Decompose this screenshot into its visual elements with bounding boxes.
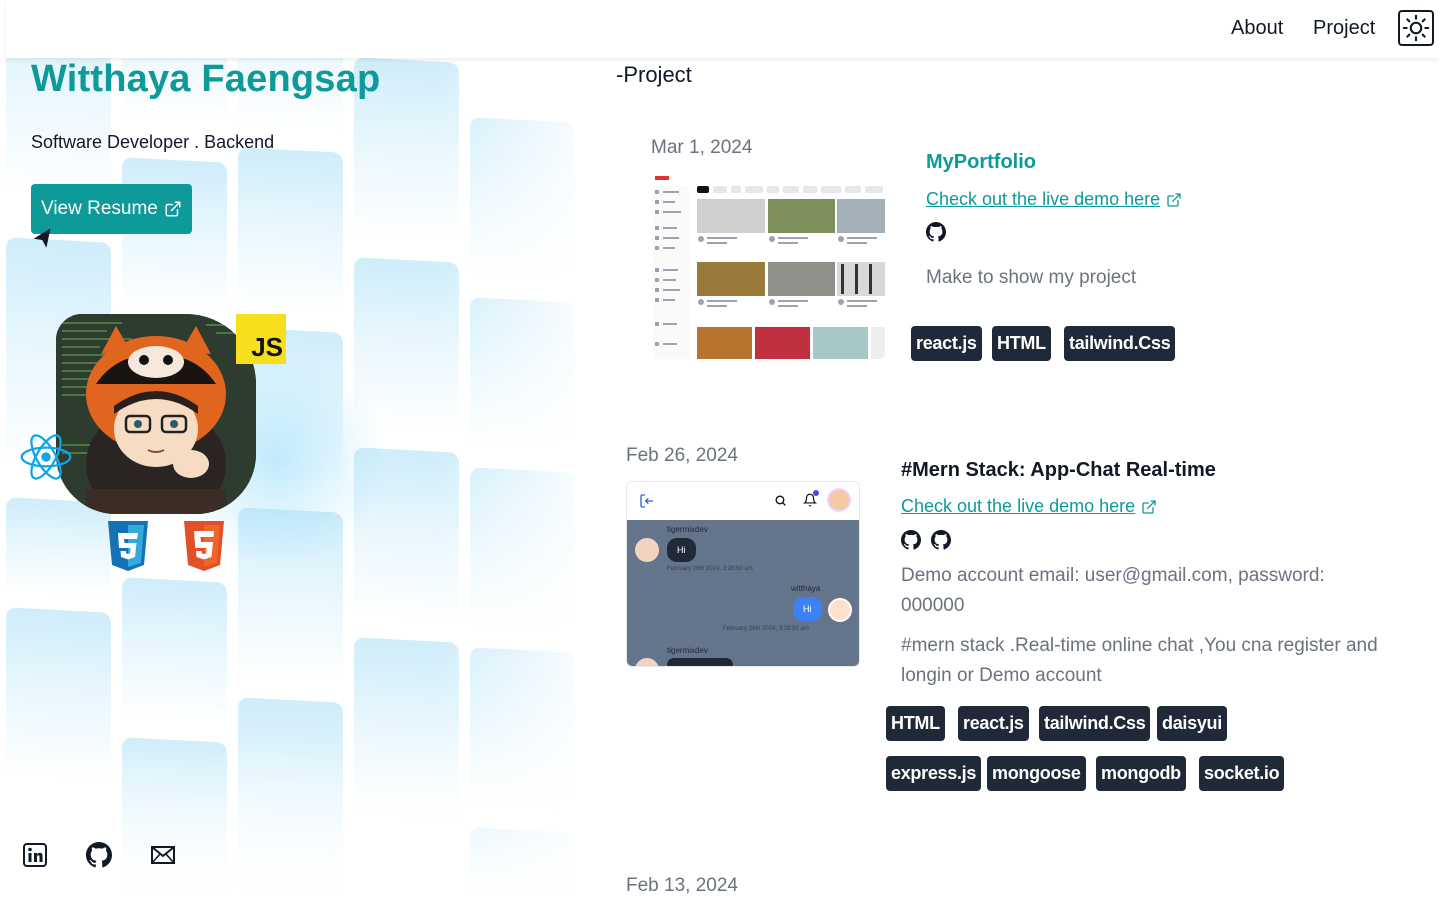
tech-tag: daisyui — [1157, 706, 1227, 741]
view-resume-button[interactable]: View Resume — [31, 184, 192, 234]
top-navbar: About Project — [6, 0, 1439, 58]
live-demo-link[interactable]: Check out the live demo here — [926, 189, 1182, 210]
project-date: Feb 26, 2024 — [626, 445, 738, 466]
tech-tag: express.js — [886, 756, 982, 791]
project-description: Make to show my project — [926, 267, 1137, 288]
live-demo-label: Check out the live demo here — [926, 189, 1161, 209]
tech-tag: tailwind.Css — [1064, 326, 1176, 361]
tech-tag: HTML — [992, 326, 1051, 361]
tech-tag: mongodb — [1096, 756, 1186, 791]
project-title[interactable]: #Mern Stack: App-Chat Real-time — [901, 459, 1216, 482]
sun-icon — [1402, 14, 1430, 42]
chat-preview-header — [627, 482, 859, 520]
tech-tag: react.js — [958, 706, 1029, 741]
profile-name: Witthaya Faengsap — [31, 58, 381, 100]
live-demo-label: Check out the live demo here — [901, 496, 1136, 516]
search-icon — [775, 495, 786, 506]
avatar — [635, 538, 659, 562]
profile-panel: Witthaya Faengsap Software Developer . B… — [6, 0, 578, 896]
external-link-icon — [1167, 192, 1181, 207]
tech-tag: socket.io — [1199, 756, 1285, 791]
theme-toggle-button[interactable] — [1398, 10, 1434, 46]
avatar — [828, 598, 852, 622]
tech-tag: react.js — [911, 326, 982, 361]
javascript-logo: JS — [236, 314, 286, 364]
project-thumbnail[interactable]: tigermixdev Hi February 26th 2024, 3:28:… — [626, 481, 860, 667]
tech-tag: mongoose — [987, 756, 1086, 791]
avatar — [56, 314, 256, 514]
linkedin-icon[interactable] — [22, 842, 48, 868]
profile-role: Software Developer . Backend — [31, 132, 275, 152]
avatar — [635, 658, 659, 666]
projects-section-title: -Project — [616, 62, 692, 87]
html5-logo — [184, 521, 224, 571]
external-link-icon — [165, 201, 181, 217]
avatar — [827, 488, 851, 512]
css3-logo — [108, 521, 148, 571]
project-description: Demo account email: user@gmail.com, pass… — [901, 565, 1325, 616]
tech-tag: HTML — [886, 706, 945, 741]
live-demo-link[interactable]: Check out the live demo here — [901, 496, 1157, 517]
nav-project-link[interactable]: Project — [1313, 17, 1375, 40]
tech-tag: tailwind.Css — [1039, 706, 1151, 741]
project-thumbnail[interactable] — [651, 172, 885, 359]
project-date: Feb 13, 2024 — [626, 875, 738, 896]
chat-preview-body: tigermixdev Hi February 26th 2024, 3:28:… — [627, 520, 859, 666]
external-link-icon — [1142, 499, 1156, 514]
view-resume-label: View Resume — [41, 198, 158, 219]
project-title[interactable]: MyPortfolio — [926, 151, 1036, 174]
nav-about-link[interactable]: About — [1231, 17, 1283, 40]
project-description: #mern stack .Real-time online chat ,You … — [901, 635, 1378, 686]
github-icon[interactable] — [926, 222, 946, 242]
github-icon[interactable] — [901, 530, 921, 550]
github-icon[interactable] — [931, 530, 951, 550]
mail-icon[interactable] — [150, 842, 176, 868]
github-icon[interactable] — [86, 842, 112, 868]
project-date: Mar 1, 2024 — [651, 137, 753, 158]
react-logo — [20, 434, 72, 480]
send-arrow-icon — [33, 228, 51, 248]
logout-icon — [640, 494, 653, 508]
